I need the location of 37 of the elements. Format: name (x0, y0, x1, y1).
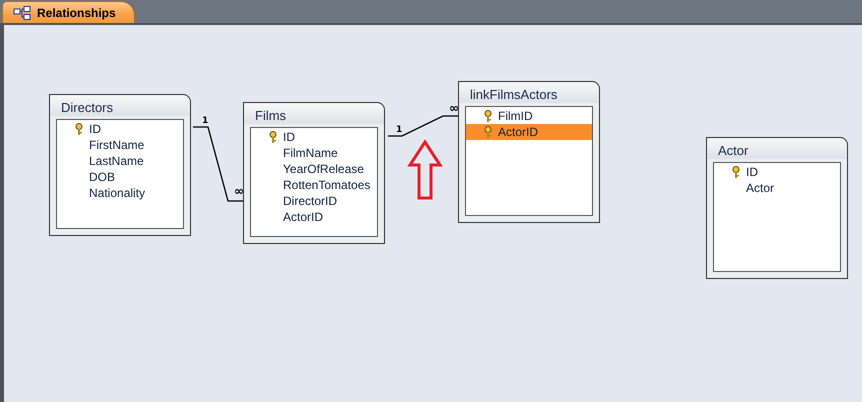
relationships-tab[interactable]: Relationships (2, 1, 135, 23)
table-card[interactable]: Films ID FilmName YearOfRelease RottenTomatoes DirectorID ActorID (243, 102, 385, 244)
key-icon (269, 131, 277, 143)
relationship-line[interactable] (388, 115, 458, 137)
field-row[interactable]: ID (251, 129, 377, 145)
many-label: ∞ (449, 101, 459, 115)
up-arrow-icon (407, 139, 443, 200)
table-card[interactable]: Actor ID Actor (706, 137, 848, 279)
table-title: Actor (717, 142, 750, 160)
field-row[interactable]: RottenTomatoes (251, 177, 377, 193)
key-icon (484, 110, 492, 122)
one-label: 1 (202, 116, 208, 126)
field-row[interactable]: FirstName (57, 137, 183, 153)
table-title: linkFilmsActors (469, 86, 558, 104)
field-row[interactable]: Nationality (57, 185, 183, 201)
relationships-icon (13, 6, 31, 20)
field-row[interactable]: DirectorID (251, 193, 377, 209)
key-icon (732, 166, 740, 178)
table-title: Films (254, 106, 288, 124)
field-row[interactable]: ID (714, 164, 840, 180)
many-label: ∞ (234, 184, 244, 198)
field-row[interactable]: YearOfRelease (251, 161, 377, 177)
field-row[interactable]: ActorID (251, 209, 377, 225)
field-row[interactable]: FilmName (251, 145, 377, 161)
field-row[interactable]: FilmID (466, 108, 592, 124)
field-row[interactable]: ID (57, 121, 183, 137)
table-title: Directors (60, 98, 114, 116)
key-icon (75, 123, 83, 135)
table-card[interactable]: linkFilmsActors FilmID ActorID (458, 81, 600, 223)
field-row[interactable]: Actor (714, 180, 840, 196)
field-row[interactable]: ActorID (466, 124, 592, 140)
field-row[interactable]: DOB (57, 169, 183, 185)
one-label: 1 (396, 125, 402, 135)
field-row[interactable]: LastName (57, 153, 183, 169)
relationship-line[interactable] (193, 126, 243, 202)
table-card[interactable]: Directors ID FirstName LastName DOB Nationality (49, 94, 191, 236)
key-icon (484, 126, 492, 138)
